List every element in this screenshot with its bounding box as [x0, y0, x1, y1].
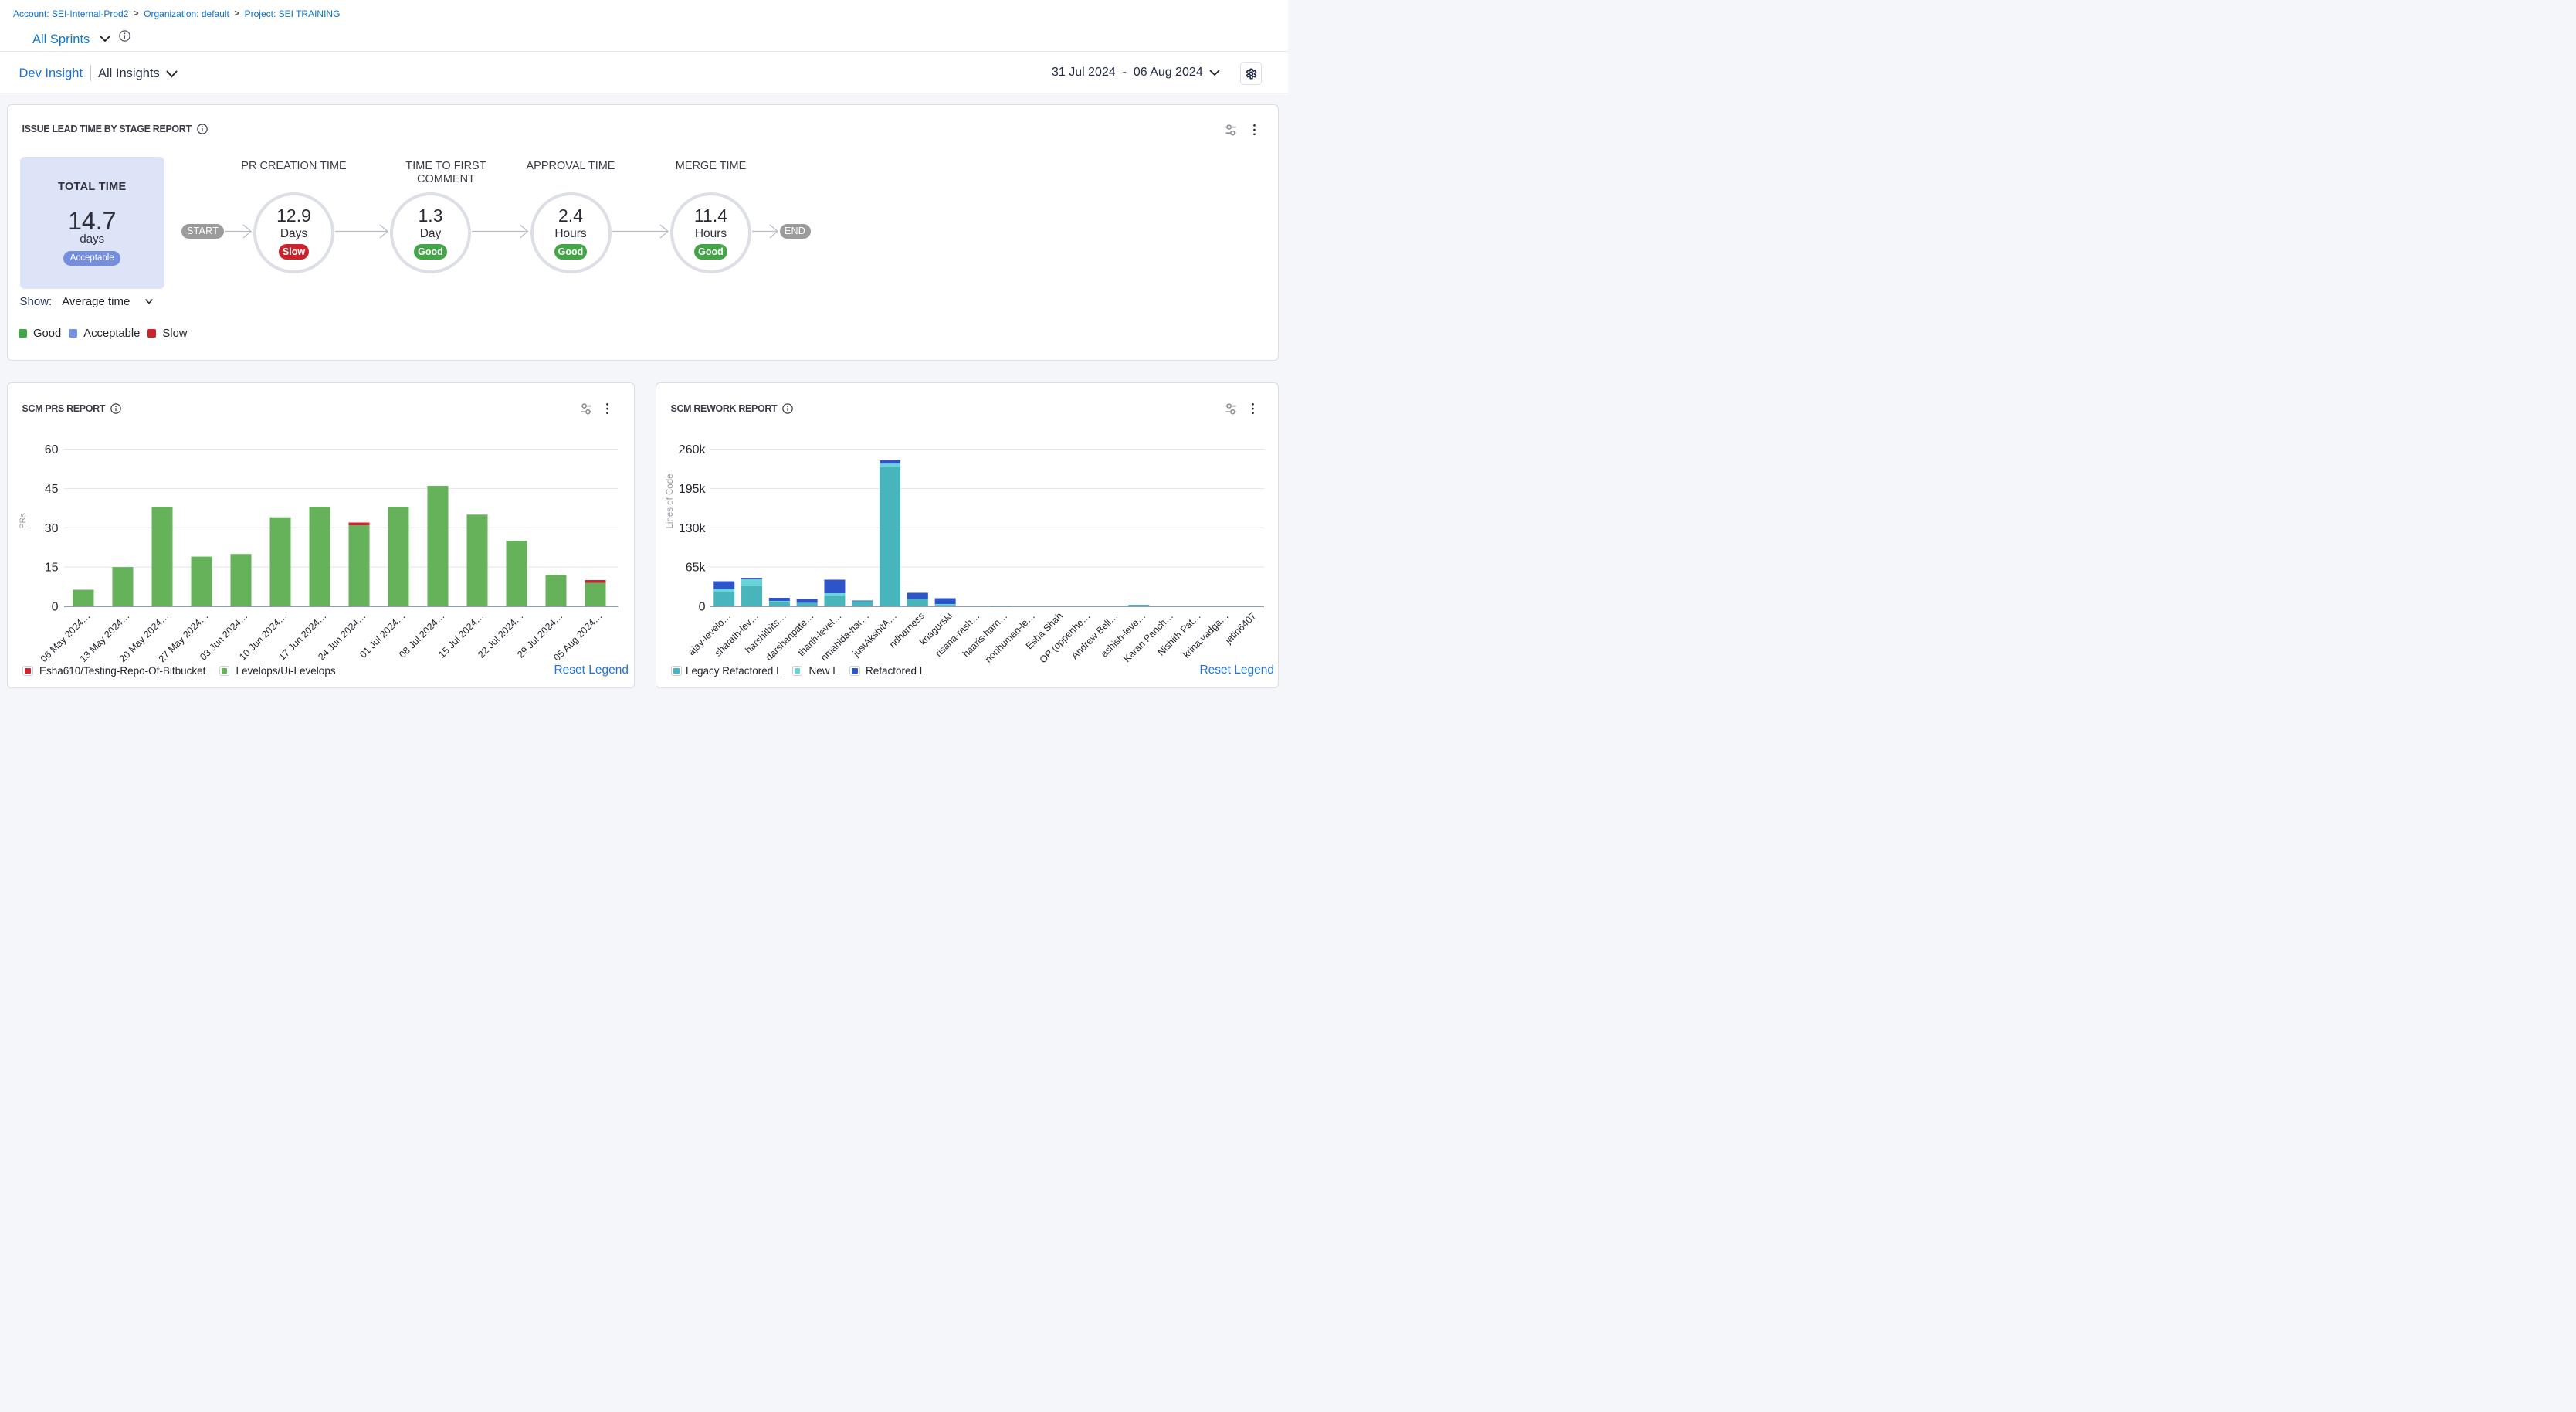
svg-text:130k: 130k	[678, 521, 706, 535]
svg-text:0: 0	[698, 600, 705, 613]
svg-text:darshanpate…: darshanpate…	[763, 610, 815, 663]
svg-text:0: 0	[51, 600, 58, 613]
svg-text:260k: 260k	[678, 443, 706, 457]
svg-text:PRs: PRs	[19, 512, 28, 528]
svg-text:195k: 195k	[678, 482, 706, 495]
svg-text:60: 60	[44, 443, 58, 457]
svg-text:45: 45	[44, 482, 58, 495]
svg-text:15: 15	[44, 561, 58, 574]
svg-text:65k: 65k	[685, 561, 706, 574]
svg-text:Lines of Code: Lines of Code	[666, 473, 675, 528]
svg-text:nmahida-har…: nmahida-har…	[819, 610, 871, 663]
svg-text:Karan Panch…: Karan Panch…	[1121, 610, 1175, 664]
svg-text:30: 30	[44, 521, 58, 535]
